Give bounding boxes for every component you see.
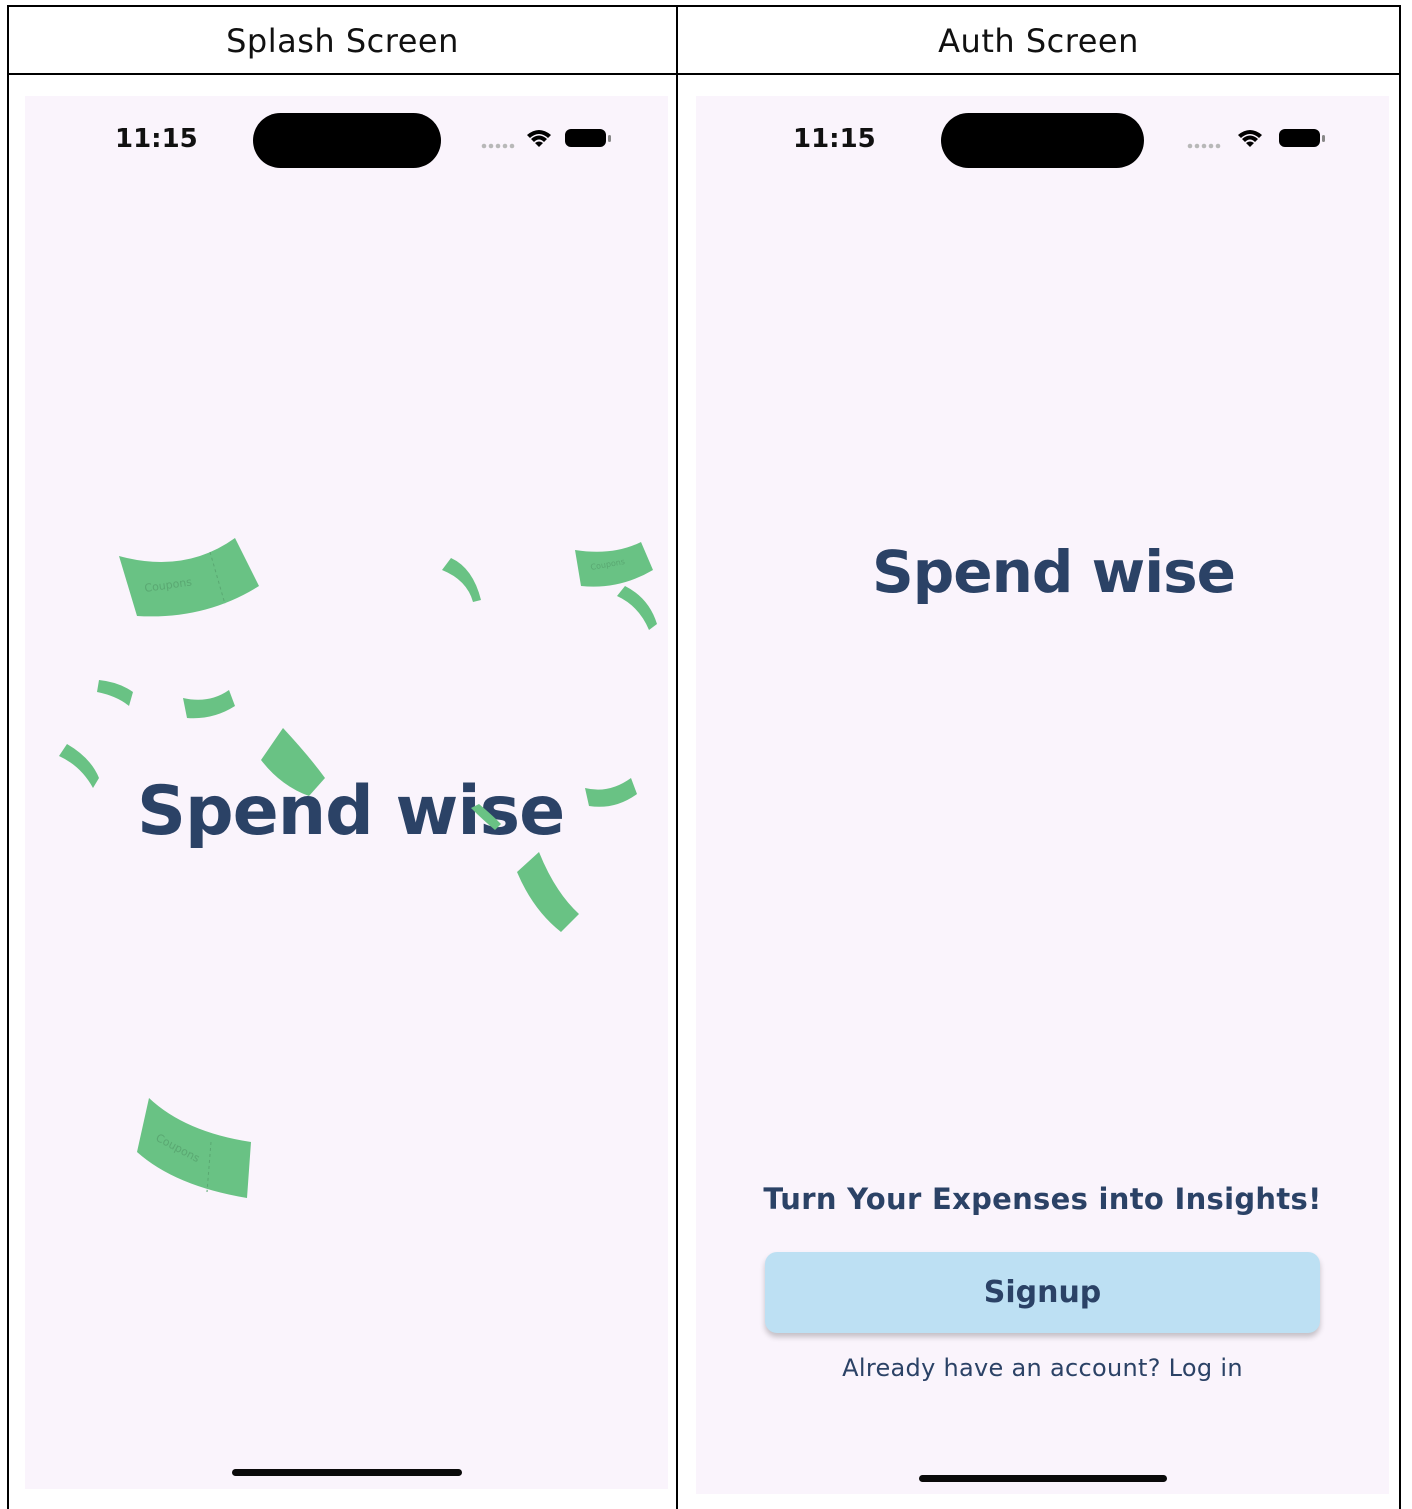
column-title-splash: Splash Screen bbox=[226, 22, 459, 60]
header-divider bbox=[7, 73, 1401, 75]
auth-screen: 11:15 Spend wise Turn Your Expenses into… bbox=[696, 96, 1389, 1494]
home-indicator bbox=[232, 1469, 462, 1476]
status-icons bbox=[481, 129, 611, 149]
status-time: 11:15 bbox=[115, 124, 198, 154]
coupon-ticket: Coupons bbox=[575, 542, 653, 587]
column-divider bbox=[676, 5, 678, 1509]
coupon-ticket bbox=[585, 778, 637, 807]
wifi-icon bbox=[1238, 130, 1262, 147]
coupon-ticket bbox=[442, 558, 481, 602]
wifi-icon bbox=[527, 130, 551, 147]
status-time: 11:15 bbox=[793, 124, 876, 154]
comparison-table: Splash Screen Auth Screen 11:15 Coupons bbox=[0, 0, 1412, 1509]
coupon-ticket: Coupons bbox=[119, 538, 259, 617]
tagline: Turn Your Expenses into Insights! bbox=[763, 1182, 1322, 1216]
signup-button[interactable]: Signup bbox=[765, 1252, 1320, 1333]
signal-dots-icon bbox=[481, 143, 515, 149]
coupon-ticket bbox=[97, 680, 133, 706]
coupon-ticket bbox=[183, 690, 235, 719]
splash-screen: 11:15 Coupons Coupons Coupons Spend wise bbox=[25, 96, 668, 1489]
signal-dots-icon bbox=[1187, 143, 1221, 149]
coupon-ticket bbox=[617, 586, 657, 630]
battery-icon bbox=[565, 129, 611, 147]
status-icons bbox=[1187, 129, 1325, 149]
brand-title: Spend wise bbox=[872, 538, 1236, 606]
login-link[interactable]: Already have an account? Log in bbox=[696, 1354, 1389, 1382]
coupon-ticket bbox=[59, 744, 99, 788]
dynamic-island bbox=[253, 113, 441, 168]
coupon-ticket bbox=[517, 852, 579, 932]
coupon-ticket bbox=[471, 804, 501, 830]
column-title-auth: Auth Screen bbox=[938, 22, 1139, 60]
battery-icon bbox=[1279, 129, 1325, 147]
dynamic-island bbox=[941, 113, 1144, 168]
home-indicator bbox=[919, 1475, 1167, 1482]
coupon-ticket: Coupons bbox=[137, 1098, 251, 1198]
